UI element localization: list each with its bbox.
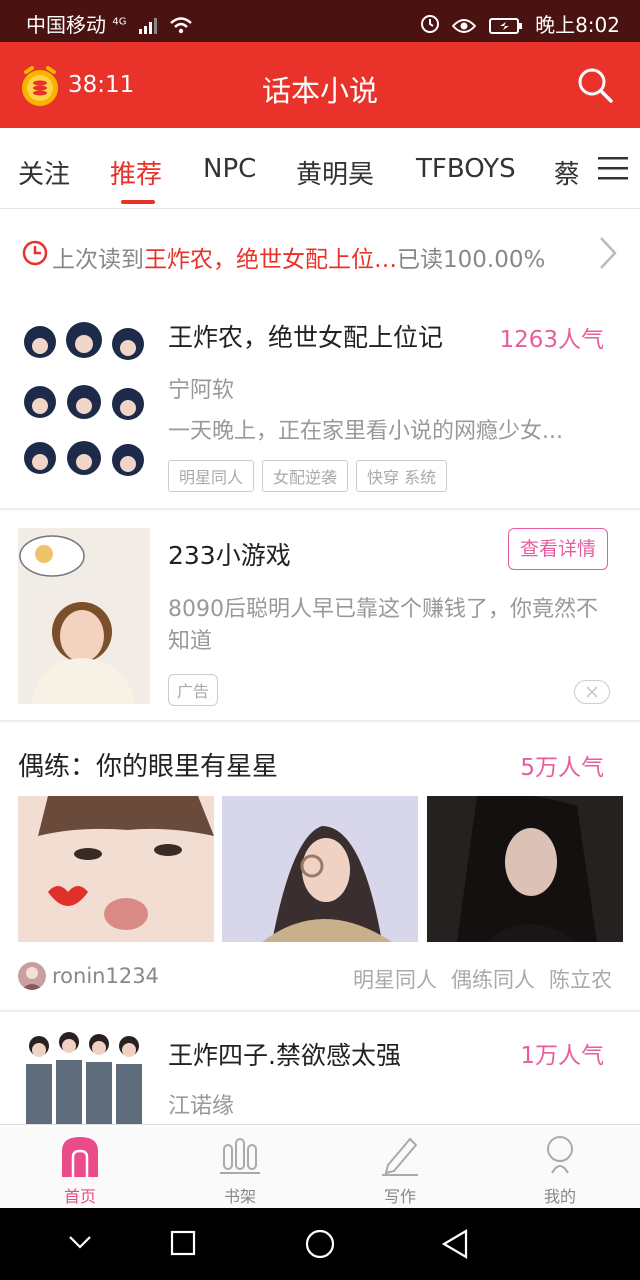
nav-write[interactable]: 写作 — [320, 1125, 480, 1209]
system-nav-bar — [0, 1208, 640, 1280]
tab-menu-button[interactable] — [578, 128, 640, 208]
avatar — [18, 962, 46, 990]
last-read-prefix: 上次读到 — [52, 247, 144, 273]
close-icon — [586, 686, 598, 698]
divider — [0, 508, 640, 510]
recent-apps-icon[interactable] — [170, 1230, 196, 1256]
home-icon — [62, 1137, 98, 1177]
nav-label: 写作 — [383, 1187, 416, 1206]
ad-image — [18, 528, 150, 704]
ad-label: 广告 — [168, 674, 219, 706]
profile-icon — [547, 1136, 573, 1174]
nav-home[interactable]: 首页 — [0, 1125, 160, 1209]
nav-label: 书架 — [223, 1187, 256, 1206]
ad-description: 8090后聪明人早已靠这个赚钱了，你竟然不知道 — [168, 597, 598, 654]
story-image[interactable] — [18, 796, 214, 942]
view-details-button[interactable]: 查看详情 — [508, 528, 608, 570]
app-title: 话本小说 — [261, 74, 378, 108]
last-read-banner[interactable]: 上次读到王炸农，绝世女配上位…已读100.00% — [0, 210, 640, 298]
book-cover — [18, 312, 150, 488]
tab-follow[interactable]: 关注 — [18, 154, 70, 191]
book-popularity: 1万人气 — [520, 1043, 604, 1069]
home-button-icon[interactable] — [304, 1228, 336, 1260]
tab-huang-minghao[interactable]: 黄明昊 — [296, 154, 374, 191]
story-image[interactable] — [222, 796, 418, 942]
search-icon[interactable] — [576, 66, 614, 104]
last-read-progress: 已读100.00% — [397, 247, 546, 273]
book-popularity: 1263人气 — [499, 327, 604, 353]
battery-icon — [488, 15, 523, 39]
book-author: 江诺缘 — [168, 1094, 235, 1119]
tab-tfboys[interactable]: TFBOYS — [416, 154, 516, 184]
story-tags: 明星同人 偶练同人 陈立农 — [339, 964, 612, 994]
signal-icon — [138, 15, 157, 39]
nav-label: 首页 — [63, 1187, 96, 1206]
close-ad-button[interactable] — [574, 680, 610, 704]
menu-icon — [598, 157, 628, 180]
book-tags: 明星同人 女配逆袭 快穿 系统 — [168, 460, 455, 492]
active-tab-indicator — [121, 200, 155, 204]
pencil-icon — [382, 1137, 418, 1176]
book-title: 王炸农，绝世女配上位记 — [168, 323, 444, 352]
book-cover — [18, 1030, 150, 1124]
story-title[interactable]: 偶练：你的眼里有星星 — [18, 746, 278, 783]
eye-icon — [452, 15, 477, 39]
divider — [0, 1010, 640, 1012]
bottom-nav: 首页 书架 写作 我的 — [0, 1124, 640, 1209]
chevron-right-icon — [600, 237, 617, 269]
tab-recommend[interactable]: 推荐 — [110, 154, 162, 191]
story-tag[interactable]: 陈立农 — [549, 968, 612, 992]
nav-bookshelf[interactable]: 书架 — [160, 1125, 320, 1209]
story-tag[interactable]: 明星同人 — [353, 968, 437, 992]
category-tabs: 关注 推荐 NPC 黄明昊 TFBOYS 蔡徐 — [0, 128, 640, 209]
username: ronin1234 — [52, 964, 159, 988]
tab-npc[interactable]: NPC — [203, 154, 256, 184]
book-tag[interactable]: 女配逆袭 — [262, 460, 349, 492]
wifi-icon — [169, 15, 193, 39]
book-title: 王炸四子.禁欲感太强 — [168, 1041, 401, 1070]
clock-icon — [22, 240, 48, 266]
carrier-label: 中国移动 — [26, 13, 106, 37]
story-image[interactable] — [427, 796, 623, 942]
book-author: 宁阿软 — [168, 378, 235, 403]
app-bar: 38:11 话本小说 — [0, 42, 640, 128]
ad-title: 233小游戏 — [168, 541, 291, 570]
status-bar: 中国移动 4G 晚上8:02 — [0, 0, 640, 42]
nav-label: 我的 — [543, 1187, 576, 1206]
divider — [0, 720, 640, 722]
back-icon[interactable] — [440, 1228, 470, 1260]
last-read-book: 王炸农，绝世女配上位… — [144, 247, 397, 273]
alarm-icon — [420, 14, 440, 39]
nav-profile[interactable]: 我的 — [480, 1125, 640, 1209]
book-description: 一天晚上，正在家里看小说的网瘾少女... — [168, 419, 563, 444]
story-popularity: 5万人气 — [520, 755, 604, 781]
clock-time: 晚上8:02 — [535, 13, 620, 37]
story-tag[interactable]: 偶练同人 — [451, 968, 535, 992]
book-tag[interactable]: 快穿 系统 — [356, 460, 448, 492]
book-tag[interactable]: 明星同人 — [168, 460, 255, 492]
bookshelf-icon — [220, 1138, 260, 1174]
network-type: 4G — [112, 16, 127, 28]
collapse-icon[interactable] — [68, 1234, 92, 1250]
